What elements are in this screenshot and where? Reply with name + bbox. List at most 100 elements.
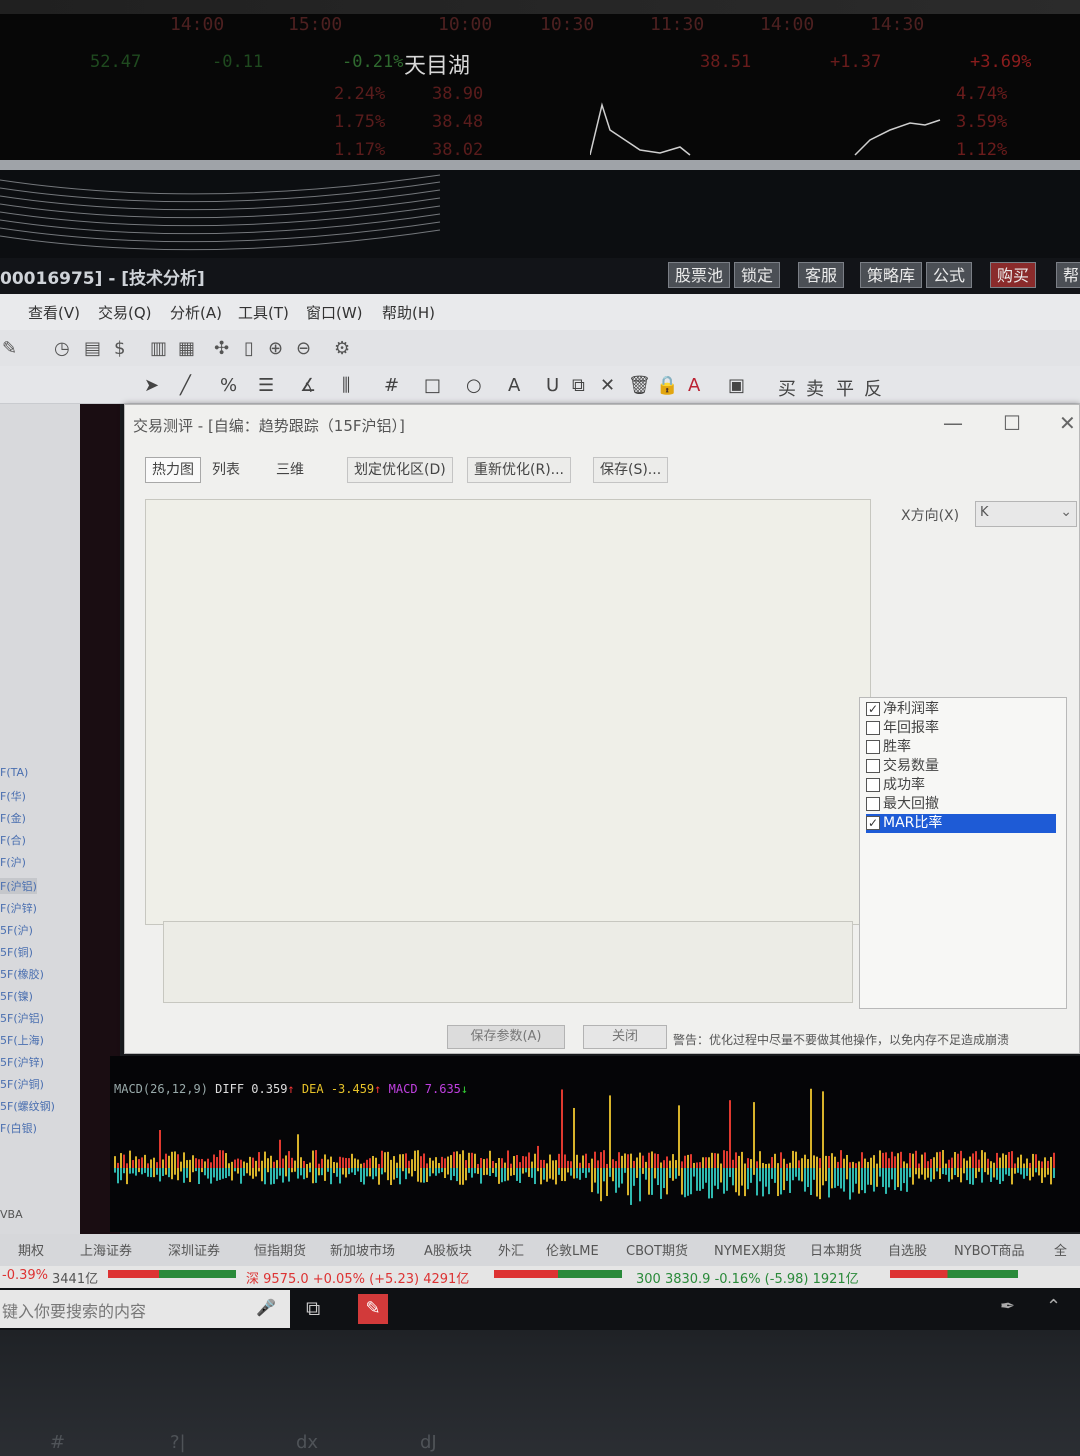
menu-view[interactable]: 查看(V)	[28, 302, 80, 323]
clock-icon[interactable]: ◷	[54, 338, 70, 359]
tab-market[interactable]: 外汇	[498, 1240, 524, 1259]
tab-market[interactable]: 日本期货	[810, 1240, 862, 1259]
stock-pool-button[interactable]: 股票池	[668, 262, 731, 288]
close-icon[interactable]: ✕	[1059, 411, 1076, 435]
list-item[interactable]: 5F(铜)	[0, 944, 33, 960]
metric-net-profit-rate[interactable]: ✓ 净利润率	[866, 700, 1056, 719]
list-item[interactable]: F(金)	[0, 810, 26, 826]
x-direction-select[interactable]: K ⌄	[975, 501, 1077, 527]
text-icon[interactable]: A	[508, 375, 520, 396]
reverse-button[interactable]: 反	[864, 375, 882, 401]
font-color-icon[interactable]: A	[688, 375, 700, 396]
customer-service-button[interactable]: 客服	[798, 262, 845, 288]
list-item[interactable]: 5F(镍)	[0, 988, 33, 1004]
list-item[interactable]: F(沪)	[0, 854, 26, 870]
metric-success-rate[interactable]: 成功率	[866, 776, 1056, 795]
microphone-icon[interactable]: 🎤	[256, 1298, 276, 1317]
purchase-button[interactable]: 购买	[990, 262, 1037, 288]
percent-icon[interactable]: %	[220, 375, 237, 396]
circle-icon[interactable]: ○	[466, 375, 482, 396]
task-view-icon[interactable]: ⧉	[306, 1296, 320, 1320]
cursor-icon[interactable]: ➤	[144, 375, 159, 396]
hash-icon[interactable]: #	[384, 375, 399, 396]
tab-market[interactable]: 深圳证券	[168, 1240, 220, 1259]
tab-market[interactable]: NYMEX期货	[714, 1240, 786, 1259]
pen-tray-icon[interactable]: ✒	[1000, 1296, 1015, 1317]
list-item[interactable]: 5F(螺纹钢)	[0, 1098, 55, 1114]
list-item[interactable]: 5F(沪铝)	[0, 1010, 44, 1026]
reoptimize-button[interactable]: 重新优化(R)...	[467, 457, 572, 483]
menu-window[interactable]: 窗口(W)	[306, 302, 363, 323]
list-item[interactable]: F(TA)	[0, 766, 28, 779]
save-icon[interactable]: ▣	[728, 375, 745, 396]
menu-tools[interactable]: 工具(T)	[238, 302, 289, 323]
checkbox[interactable]	[866, 759, 880, 773]
close-button[interactable]: 关闭	[583, 1025, 667, 1049]
define-optimization-area-button[interactable]: 划定优化区(D)	[347, 457, 453, 483]
checkbox[interactable]	[866, 797, 880, 811]
menu-trade[interactable]: 交易(Q)	[98, 302, 152, 323]
pencil-icon[interactable]: ✎	[2, 338, 17, 359]
menu-analysis[interactable]: 分析(A)	[170, 302, 222, 323]
chevron-up-icon[interactable]: ⌃	[1046, 1296, 1061, 1317]
list-item[interactable]: 5F(沪铜)	[0, 1076, 44, 1092]
tab-market[interactable]: A股板块	[424, 1240, 472, 1259]
list-item-selected[interactable]: F(沪铝)	[0, 878, 37, 894]
trash-icon[interactable]: 🗑	[628, 375, 651, 396]
list-item[interactable]: F(合)	[0, 832, 26, 848]
tab-list[interactable]: 列表	[205, 457, 247, 483]
move-icon[interactable]: ✣	[214, 338, 229, 359]
copy-icon[interactable]: ⧉	[572, 375, 585, 396]
grid-icon[interactable]: ▤	[84, 338, 101, 359]
buy-button[interactable]: 买	[778, 375, 796, 401]
tab-market[interactable]: 恒指期货	[254, 1240, 306, 1259]
metric-win-rate[interactable]: 胜率	[866, 738, 1056, 757]
line-icon[interactable]: ╱	[180, 375, 191, 396]
lock-button[interactable]: 锁定	[734, 262, 781, 288]
list-item[interactable]: 5F(沪)	[0, 922, 33, 938]
tab-heatmap[interactable]: 热力图	[145, 457, 201, 483]
fib-icon[interactable]: ☰	[258, 375, 274, 396]
delete-icon[interactable]: ✕	[600, 375, 615, 396]
tab-market[interactable]: CBOT期货	[626, 1240, 688, 1259]
lock-icon[interactable]: 🔒	[656, 375, 678, 396]
list-item[interactable]: F(华)	[0, 788, 26, 804]
tab-3d[interactable]: 三维	[269, 457, 311, 483]
vba-label[interactable]: VBA	[0, 1208, 23, 1221]
save-button[interactable]: 保存(S)...	[593, 457, 669, 483]
metric-trade-count[interactable]: 交易数量	[866, 757, 1056, 776]
strategy-library-button[interactable]: 策略库	[860, 262, 923, 288]
tab-market[interactable]: 伦敦LME	[546, 1240, 599, 1259]
app-taskbar-icon[interactable]: ✎	[358, 1294, 388, 1324]
list-item[interactable]: 5F(橡胶)	[0, 966, 44, 982]
table-icon[interactable]: ▦	[178, 338, 195, 359]
tab-market[interactable]: 上海证券	[80, 1240, 132, 1259]
tab-market[interactable]: 期权	[18, 1240, 44, 1259]
metric-annual-return[interactable]: 年回报率	[866, 719, 1056, 738]
help-button[interactable]: 帮	[1056, 262, 1080, 288]
channel-icon[interactable]: ⫼	[342, 375, 350, 396]
save-params-button[interactable]: 保存参数(A)	[447, 1025, 565, 1049]
rectangle-icon[interactable]: □	[424, 375, 441, 396]
formula-button[interactable]: 公式	[926, 262, 973, 288]
tab-market[interactable]: 新加坡市场	[330, 1240, 395, 1259]
magnet-icon[interactable]: U	[546, 375, 559, 396]
dollar-icon[interactable]: $	[114, 338, 125, 359]
maximize-icon[interactable]: ☐	[1003, 411, 1021, 435]
zoom-out-icon[interactable]: ⊖	[296, 338, 311, 359]
list-item[interactable]: F(沪锌)	[0, 900, 37, 916]
checkbox-checked[interactable]: ✓	[866, 702, 880, 716]
stock-name[interactable]: 天目湖	[404, 48, 470, 80]
menu-help[interactable]: 帮助(H)	[382, 302, 435, 323]
sell-button[interactable]: 卖	[806, 375, 824, 401]
list-item[interactable]: 5F(沪锌)	[0, 1054, 44, 1070]
chart-icon[interactable]: ▥	[150, 338, 167, 359]
gear-icon[interactable]: ⚙	[334, 338, 350, 359]
close-position-button[interactable]: 平	[836, 375, 854, 401]
tab-market[interactable]: 自选股	[888, 1240, 927, 1259]
metric-mar-ratio[interactable]: ✓ MAR比率	[866, 814, 1056, 833]
tab-market[interactable]: NYBOT商品	[954, 1240, 1025, 1259]
minimize-icon[interactable]: —	[943, 411, 963, 435]
bar-icon[interactable]: ▯	[244, 338, 254, 359]
checkbox[interactable]	[866, 721, 880, 735]
